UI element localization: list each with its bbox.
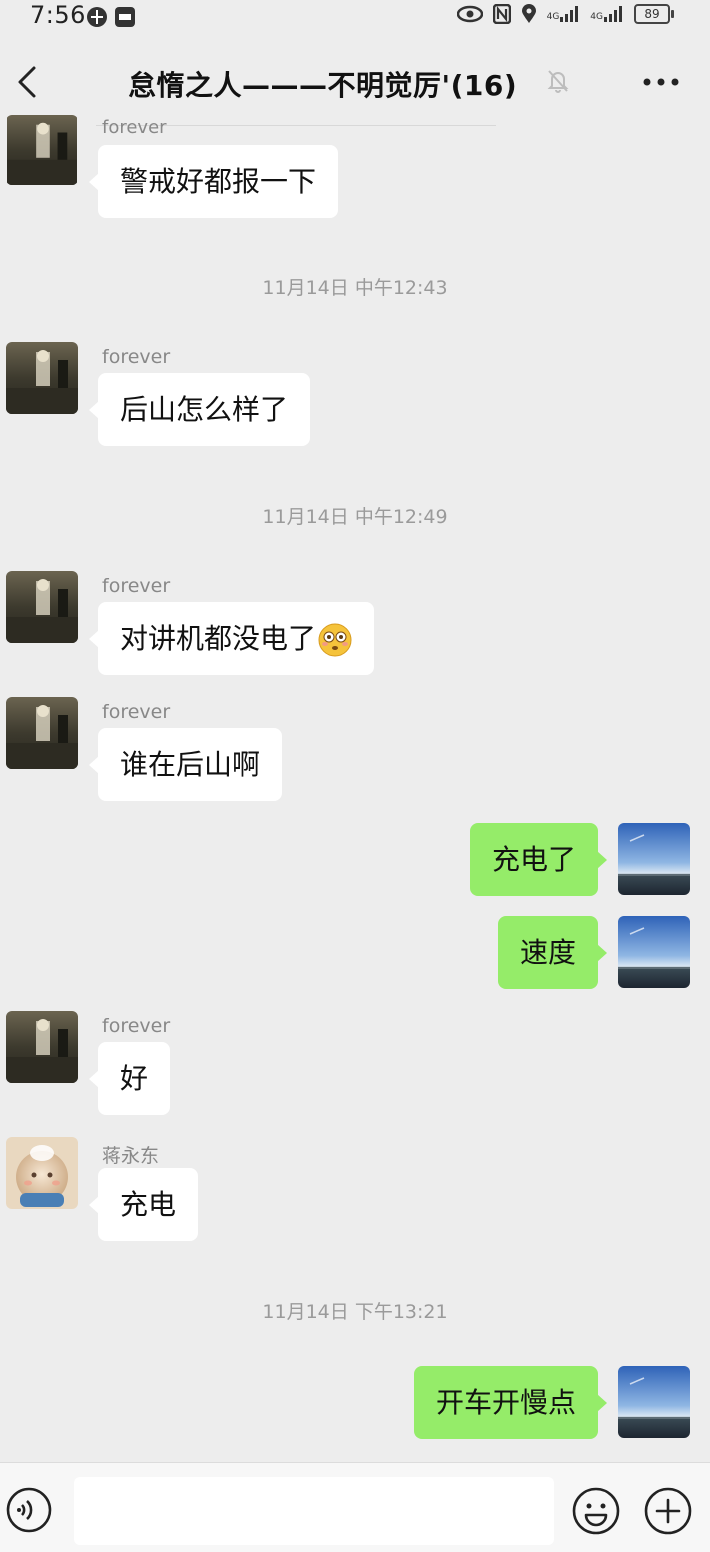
message-bubble-self[interactable]: 充电了 [469,823,608,896]
message-bubble[interactable]: 后山怎么样了 [88,373,311,446]
sender-name: forever [102,117,167,138]
sender-name: forever [102,1015,171,1037]
avatar-forever[interactable] [6,115,78,185]
avatar-self[interactable] [618,1366,690,1438]
avatar-forever[interactable] [6,342,78,414]
voice-icon[interactable] [6,1487,52,1533]
message-bubble[interactable]: 谁在后山啊 [88,728,283,801]
input-bar [0,1462,710,1552]
message-bubble[interactable]: 好 [88,1042,171,1115]
message-bubble-self[interactable]: 速度 [497,916,608,989]
avatar-self[interactable] [618,916,690,988]
sender-name: forever [102,575,171,597]
message-input[interactable] [74,1477,554,1545]
message-bubble[interactable]: 对讲机都没电了 [88,602,375,675]
flushed-face-emoji [318,623,352,657]
timestamp: 11月14日 中午12:49 [262,506,448,528]
sender-name: forever [102,701,171,723]
plus-circle-icon[interactable] [644,1487,692,1535]
sender-name: forever [102,346,171,368]
timestamp: 11月14日 下午13:21 [262,1301,448,1323]
message-bubble[interactable]: 充电 [88,1168,199,1241]
message-list[interactable]: forever 警戒好都报一下 11月14日 中午12:43 forever 后… [0,0,710,1470]
message-text: 对讲机都没电了 [120,622,317,655]
message-bubble[interactable]: 警戒好都报一下 [88,145,339,218]
timestamp: 11月14日 中午12:43 [262,277,448,299]
smiley-icon[interactable] [572,1487,620,1535]
message-bubble-self[interactable]: 开车开慢点 [413,1366,608,1439]
avatar-self[interactable] [618,823,690,895]
avatar-forever[interactable] [6,571,78,643]
avatar-jiang-yongdong[interactable] [6,1137,78,1209]
avatar-forever[interactable] [6,697,78,769]
avatar-forever[interactable] [6,1011,78,1083]
sender-name: 蒋永东 [102,1145,160,1167]
